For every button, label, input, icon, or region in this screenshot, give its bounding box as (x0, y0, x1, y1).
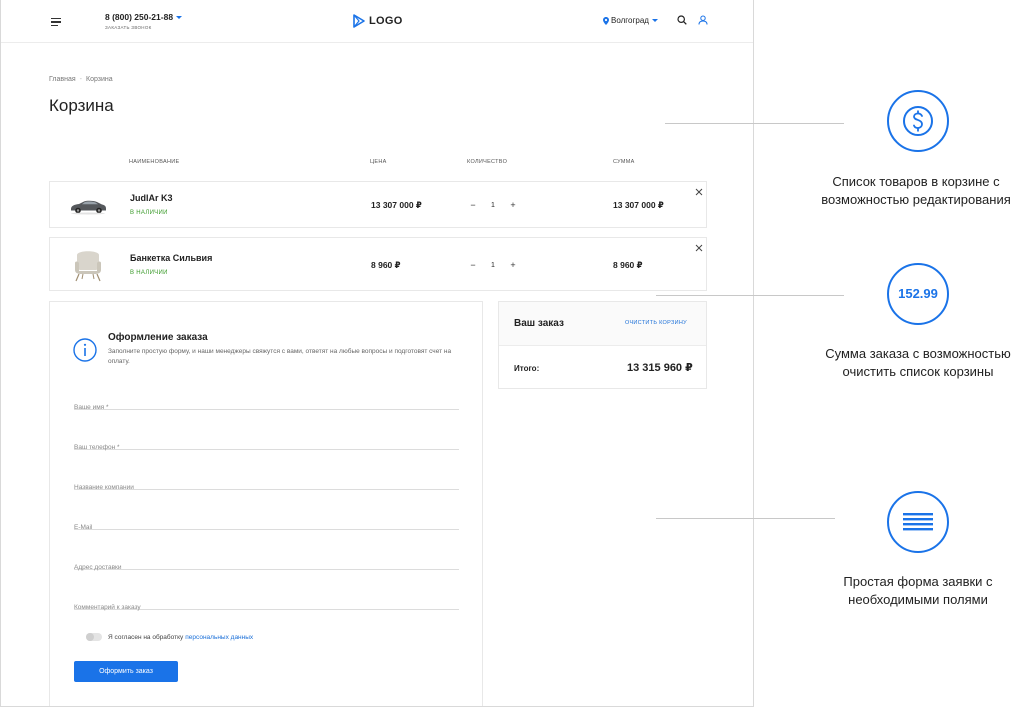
consent-row: Я согласен на обработку персональных дан… (86, 633, 253, 641)
comment-field[interactable] (74, 596, 459, 614)
callout-line (656, 518, 835, 519)
location-pin-icon (603, 16, 609, 25)
stock-status: в наличии (130, 270, 168, 276)
callout-line (656, 295, 844, 296)
breadcrumb-current: Корзина (86, 76, 113, 83)
item-name[interactable]: Банкетка Сильвия (130, 253, 212, 263)
item-sum: 13 307 000 ₽ (613, 200, 664, 210)
total-label: Итого: (514, 364, 540, 373)
item-name[interactable]: JudlAr K3 (130, 193, 173, 203)
city-selector[interactable]: Волгоград (603, 16, 658, 25)
menu-icon[interactable] (51, 18, 61, 27)
breadcrumb-home[interactable]: Главная (49, 76, 76, 83)
company-input[interactable] (74, 481, 459, 494)
breadcrumb: Главная - Корзина (49, 76, 113, 83)
phone-number[interactable]: 8 (800) 250-21-88 (105, 12, 173, 22)
address-field[interactable] (74, 556, 459, 574)
item-price: 13 307 000 ₽ (371, 200, 422, 210)
logo-text: LOGO (369, 15, 403, 27)
form-title: Оформление заказа (108, 332, 208, 343)
callout-line-2: очистить список корзины (842, 364, 994, 379)
clear-cart-link[interactable]: очистить корзину (625, 320, 687, 326)
logo-icon (353, 14, 365, 28)
personal-data-link[interactable]: персональных данных (185, 634, 253, 641)
order-summary: Ваш заказ очистить корзину Итого: 13 315… (498, 301, 707, 389)
car-image[interactable] (68, 190, 108, 220)
number-badge: 152.99 (887, 263, 949, 325)
page-title: Корзина (49, 96, 114, 115)
quantity-value[interactable]: 1 (491, 202, 495, 209)
plus-button[interactable]: + (508, 260, 518, 270)
cart-item: Банкетка Сильвия в наличии 8 960 ₽ − 1 +… (49, 237, 707, 291)
item-sum: 8 960 ₽ (613, 260, 643, 270)
company-field[interactable] (74, 476, 459, 494)
header-phone[interactable]: 8 (800) 250-21-88 (105, 12, 183, 22)
dollar-icon (887, 90, 949, 152)
page-frame: 8 (800) 250-21-88 заказать звонок LOGO В… (0, 0, 754, 707)
minus-button[interactable]: − (468, 200, 478, 210)
phone-field[interactable] (74, 436, 459, 454)
quantity-stepper[interactable]: − 1 + (468, 199, 518, 211)
callout-text: Сумма заказа с возможностью очистить спи… (805, 345, 1025, 381)
plus-button[interactable]: + (508, 200, 518, 210)
close-icon[interactable] (695, 188, 703, 196)
callout-line-2: необходимыми полями (848, 592, 988, 607)
order-form: Оформление заказа Заполните простую форм… (49, 301, 483, 706)
info-icon (73, 338, 97, 362)
callout-line (665, 123, 844, 124)
stock-status: в наличии (130, 210, 168, 216)
column-name: наименование (129, 159, 180, 165)
column-sum: сумма (613, 159, 635, 165)
consent-text: Я согласен на обработку (108, 633, 184, 641)
name-input[interactable] (74, 401, 459, 414)
order-title: Ваш заказ (514, 318, 564, 329)
chevron-down-icon[interactable] (176, 16, 183, 19)
form-lines-icon (887, 491, 949, 553)
callout-line-1: Сумма заказа с возможностью (825, 346, 1011, 361)
city-name: Волгоград (611, 16, 649, 25)
form-description: Заполните простую форму, и наши менеджер… (108, 348, 452, 365)
logo[interactable]: LOGO (353, 14, 403, 28)
callout-line-1: Список товаров в корзине с (832, 174, 1000, 189)
callout-text: Список товаров в корзине с возможностью … (803, 173, 1025, 209)
callout-text: Простая форма заявки с необходимыми поля… (805, 573, 1025, 609)
callout-line-2: возможностью редактирования (821, 192, 1011, 207)
minus-button[interactable]: − (468, 260, 478, 270)
column-price: цена (370, 159, 387, 165)
cart-item: JudlAr K3 в наличии 13 307 000 ₽ − 1 + 1… (49, 181, 707, 228)
email-input[interactable] (74, 521, 459, 534)
phone-input[interactable] (74, 441, 459, 454)
quantity-value[interactable]: 1 (491, 262, 495, 269)
submit-order-button[interactable]: Оформить заказ (74, 661, 178, 682)
site-header: 8 (800) 250-21-88 заказать звонок LOGO В… (1, 0, 753, 43)
item-price: 8 960 ₽ (371, 260, 401, 270)
quantity-stepper[interactable]: − 1 + (468, 259, 518, 271)
total-value: 13 315 960 ₽ (627, 362, 693, 374)
callback-link[interactable]: заказать звонок (105, 25, 152, 30)
breadcrumb-separator: - (79, 76, 82, 83)
order-summary-header: Ваш заказ очистить корзину (499, 302, 706, 346)
address-input[interactable] (74, 561, 459, 574)
email-field[interactable] (74, 516, 459, 534)
close-icon[interactable] (695, 244, 703, 252)
armchair-image[interactable] (68, 248, 108, 282)
search-icon[interactable] (677, 15, 687, 25)
badge-value: 152.99 (898, 286, 938, 301)
consent-toggle[interactable] (86, 633, 102, 641)
comment-input[interactable] (74, 601, 459, 614)
name-field[interactable] (74, 396, 459, 414)
callout-line-1: Простая форма заявки с (843, 574, 993, 589)
chevron-down-icon (651, 19, 658, 22)
user-icon[interactable] (698, 15, 708, 25)
column-quantity: количество (467, 159, 508, 165)
